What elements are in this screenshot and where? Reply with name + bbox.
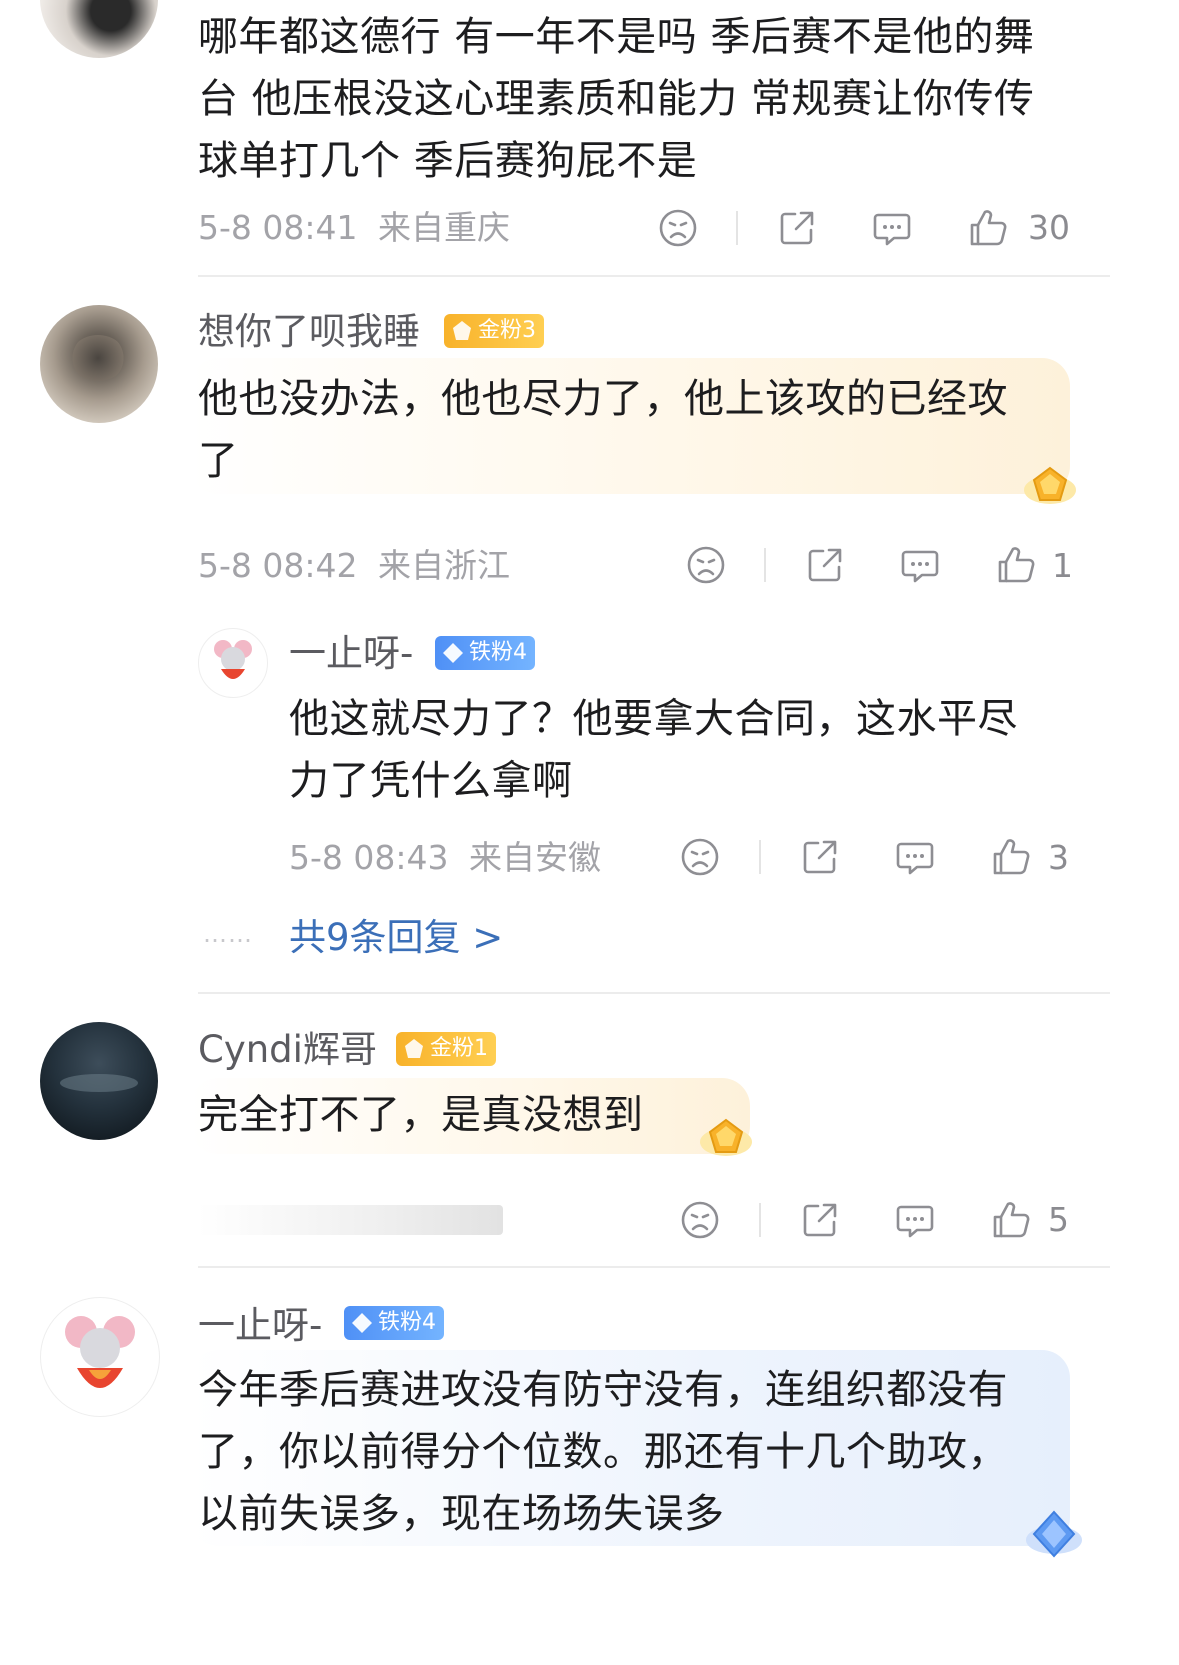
comment-text: 他也没办法，他也尽力了，他上该攻的已经攻 了 [198, 376, 1008, 484]
comment-time: 5-8 08:41 [198, 208, 358, 247]
comment-location: 来自浙江 [378, 546, 510, 585]
avatar[interactable] [198, 628, 268, 698]
reply-time: 5-8 08:43 [289, 838, 449, 877]
reply-location: 来自安徽 [469, 838, 601, 877]
share-icon[interactable] [803, 543, 847, 587]
crown-gem-icon [402, 1037, 426, 1061]
username[interactable]: 一止呀- [289, 632, 413, 676]
avatar[interactable] [40, 1297, 160, 1417]
fan-badge-label: 铁粉4 [469, 640, 527, 665]
fan-badge-label: 金粉1 [430, 1036, 488, 1061]
divider [198, 992, 1110, 994]
sad-face-icon[interactable] [678, 1198, 722, 1242]
comment-icon[interactable] [870, 206, 914, 250]
like-count: 30 [1028, 208, 1070, 247]
fan-badge[interactable]: 金粉1 [396, 1032, 496, 1066]
crown-gem-icon [450, 319, 474, 343]
like-count: 1 [1052, 546, 1073, 585]
like-icon[interactable] [989, 1198, 1033, 1242]
comment-time: 5-8 08:42 [198, 546, 358, 585]
fan-badge-label: 金粉3 [478, 318, 536, 343]
share-icon[interactable] [775, 206, 819, 250]
comment-meta: 5-8 08:41 来自重庆 [198, 208, 510, 248]
like-icon[interactable] [989, 835, 1033, 879]
comment-text: 完全打不了，是真没想到 [198, 1092, 644, 1138]
fan-badge[interactable]: 金粉3 [444, 314, 544, 348]
comment-icon[interactable] [893, 1198, 937, 1242]
more-replies-link[interactable]: 共9条回复 > [289, 916, 503, 960]
diamond-gem-icon [350, 1311, 374, 1335]
fan-badge-label: 铁粉4 [378, 1310, 436, 1335]
separator [759, 840, 761, 874]
username[interactable]: Cyndi辉哥 [198, 1028, 377, 1072]
sad-face-icon[interactable] [684, 543, 728, 587]
username[interactable]: 想你了呗我睡 [198, 310, 420, 354]
like-count: 3 [1048, 838, 1069, 877]
sad-face-icon[interactable] [678, 835, 722, 879]
fan-badge[interactable]: 铁粉4 [435, 636, 535, 670]
blurred-meta [198, 1205, 503, 1235]
avatar[interactable] [40, 0, 158, 58]
separator [759, 1203, 761, 1237]
username[interactable]: 一止呀- [198, 1304, 322, 1348]
reply-meta: 5-8 08:43 来自安徽 [289, 838, 601, 878]
divider [198, 275, 1110, 277]
like-icon[interactable] [966, 206, 1010, 250]
separator [736, 211, 738, 245]
comment-icon[interactable] [898, 543, 942, 587]
separator [764, 548, 766, 582]
comment-location: 来自重庆 [378, 208, 510, 247]
avatar[interactable] [40, 305, 158, 423]
comment-text: 哪年都这德行 有一年不是吗 季后赛不是他的舞 台 他压根没这心理素质和能力 常规… [198, 14, 1035, 184]
comment-meta: 5-8 08:42 来自浙江 [198, 546, 510, 586]
share-icon[interactable] [798, 835, 842, 879]
comment-icon[interactable] [893, 835, 937, 879]
divider [198, 1266, 1110, 1268]
diamond-gem-icon [441, 641, 465, 665]
avatar[interactable] [40, 1022, 158, 1140]
reply-text: 他这就尽力了？他要拿大合同，这水平尽 力了凭什么拿啊 [289, 696, 1018, 804]
more-replies-dots: …… [203, 920, 253, 948]
like-count: 5 [1048, 1200, 1069, 1239]
sad-face-icon[interactable] [656, 206, 700, 250]
like-icon[interactable] [994, 543, 1038, 587]
share-icon[interactable] [798, 1198, 842, 1242]
comment-text: 今年季后赛进攻没有防守没有，连组织都没有 了，你以前得分个位数。那还有十几个助攻… [198, 1367, 1008, 1537]
fan-badge[interactable]: 铁粉4 [344, 1306, 444, 1340]
